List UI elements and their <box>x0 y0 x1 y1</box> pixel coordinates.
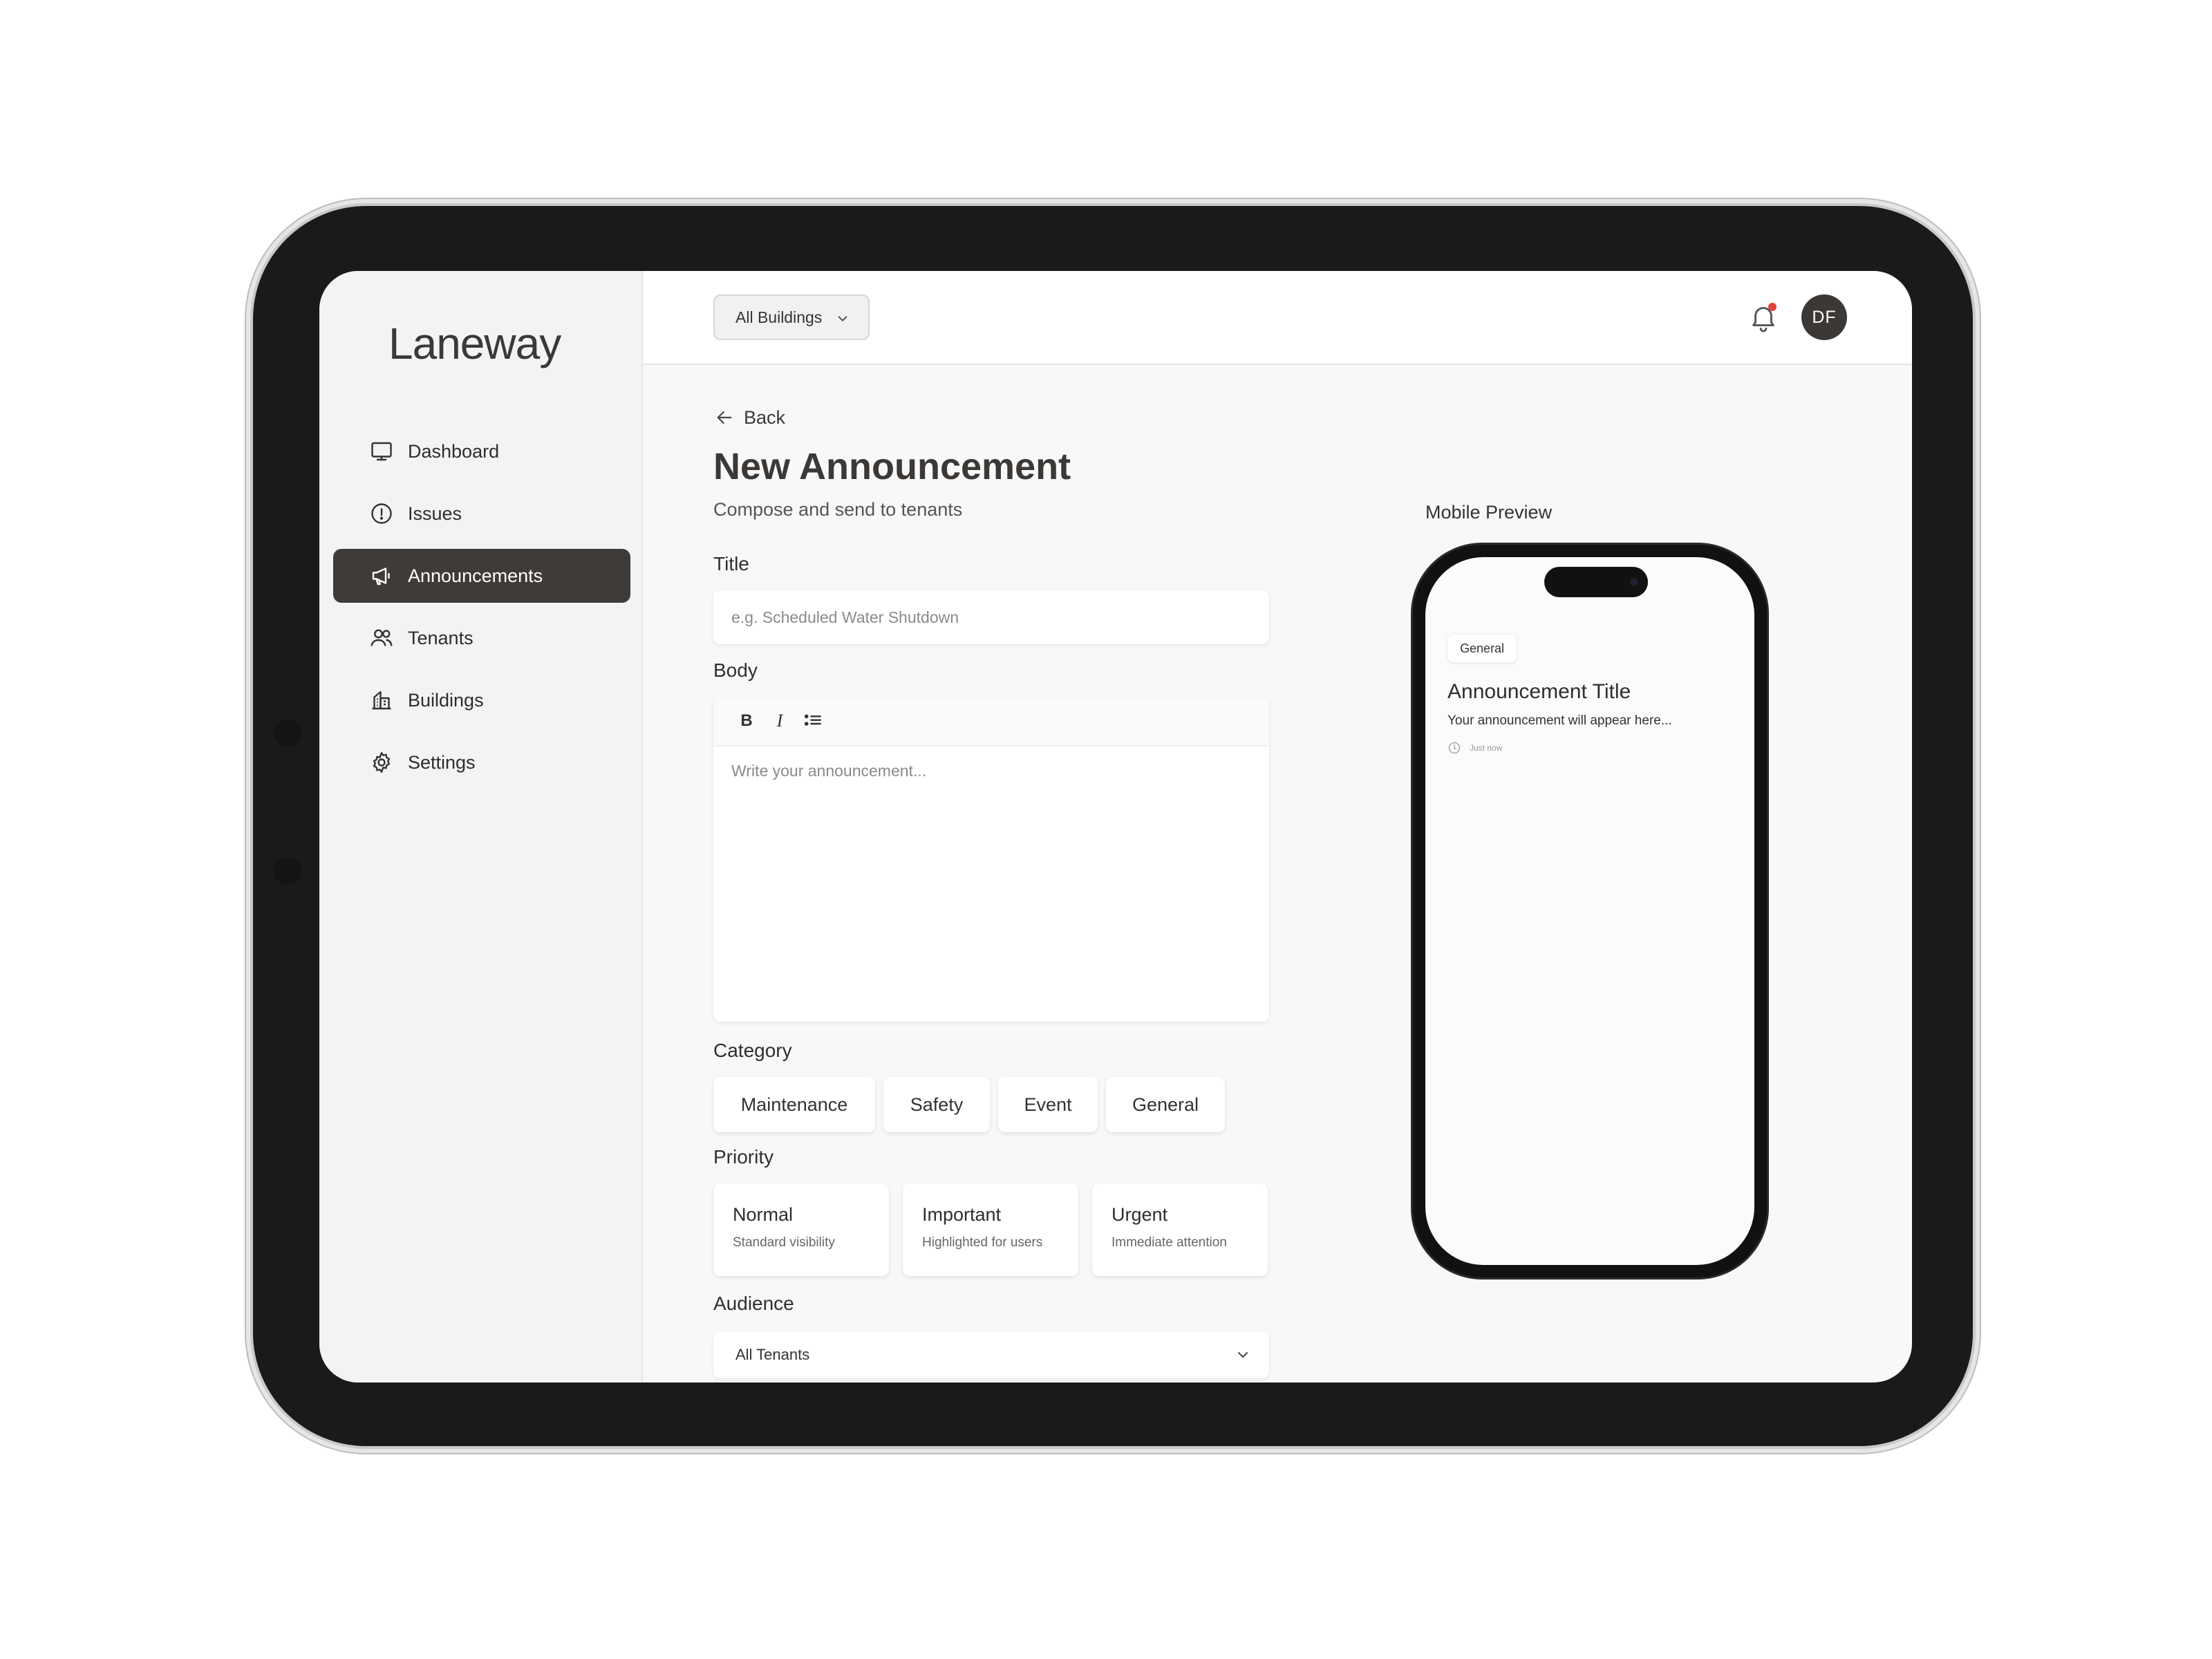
users-icon <box>371 629 393 646</box>
notification-badge <box>1768 303 1777 311</box>
megaphone-icon <box>372 568 390 585</box>
tablet-sensor <box>274 719 301 747</box>
body-label: Body <box>713 659 758 681</box>
category-chip-event[interactable]: Event <box>998 1077 1098 1132</box>
avatar[interactable]: DF <box>1801 294 1847 340</box>
back-link[interactable]: Back <box>713 406 785 429</box>
italic-button[interactable]: I <box>763 704 796 738</box>
back-label: Back <box>744 406 786 428</box>
title-input[interactable]: e.g. Scheduled Water Shutdown <box>713 590 1269 644</box>
camera-icon <box>1630 578 1638 586</box>
sidebar-item-label: Tenants <box>408 627 474 648</box>
phone-screen: General Announcement Title Your announce… <box>1425 557 1754 1265</box>
sidebar-item-label: Buildings <box>408 689 484 711</box>
dashboard-icon <box>371 442 392 461</box>
preview-time-text: Just now <box>1470 743 1503 753</box>
sidebar-item-label: Issues <box>408 503 462 524</box>
priority-label: Priority <box>713 1146 774 1168</box>
page-title: New Announcement <box>713 446 1071 487</box>
category-chip-general[interactable]: General <box>1106 1077 1225 1132</box>
sidebar-item-label: Dashboard <box>408 440 500 462</box>
tablet-sensor <box>274 857 301 885</box>
category-label: Category <box>713 1040 792 1061</box>
arrow-left-icon <box>717 411 732 424</box>
clock-icon <box>1448 742 1461 754</box>
title-label: Title <box>713 553 749 574</box>
preview-title: Announcement Title <box>1447 680 1631 703</box>
category-chip-maintenance[interactable]: Maintenance <box>713 1077 875 1132</box>
editor-toolbar: B I <box>713 697 1269 747</box>
category-chip-safety[interactable]: Safety <box>883 1077 990 1132</box>
audience-label: Audience <box>713 1293 794 1314</box>
sidebar-item-buildings[interactable]: Buildings <box>333 673 630 727</box>
preview-timestamp: Just now <box>1447 741 1502 755</box>
audience-value: All Tenants <box>735 1346 810 1363</box>
gear-icon <box>373 752 391 773</box>
building-filter-select[interactable]: All Buildings <box>713 294 870 340</box>
sidebar-item-issues[interactable]: Issues <box>333 487 630 541</box>
priority-desc: Highlighted for users <box>922 1235 1043 1250</box>
chevron-down-icon <box>1238 1352 1248 1358</box>
sidebar-item-label: Announcements <box>408 565 543 586</box>
priority-desc: Immediate attention <box>1112 1235 1227 1250</box>
app-screen: Laneway Dashboard Issues Announcements T… <box>319 271 1912 1382</box>
building-icon <box>372 691 391 710</box>
sidebar-item-label: Settings <box>408 751 476 773</box>
main-content: All Buildings DF Back New Announcement C… <box>643 271 1912 1382</box>
alert-circle-icon <box>371 503 392 524</box>
sidebar-item-tenants[interactable]: Tenants <box>333 611 630 665</box>
title-placeholder: e.g. Scheduled Water Shutdown <box>731 608 959 626</box>
dynamic-island <box>1544 567 1648 597</box>
sidebar-item-dashboard[interactable]: Dashboard <box>333 424 630 478</box>
priority-card-important[interactable]: Important Highlighted for users <box>903 1183 1078 1276</box>
body-placeholder: Write your announcement... <box>731 762 927 780</box>
body-editor: B I Write your announcement... <box>713 697 1269 1022</box>
preview-category-badge: General <box>1447 635 1517 662</box>
priority-desc: Standard visibility <box>733 1235 835 1250</box>
priority-card-normal[interactable]: Normal Standard visibility <box>713 1183 889 1276</box>
sidebar: Laneway Dashboard Issues Announcements T… <box>319 271 643 1382</box>
bullet-list-button[interactable] <box>796 704 830 738</box>
preview-body: Your announcement will appear here... <box>1447 713 1672 728</box>
topbar: All Buildings DF <box>643 271 1912 365</box>
priority-card-urgent[interactable]: Urgent Immediate attention <box>1092 1183 1268 1276</box>
bold-button[interactable]: B <box>730 704 763 738</box>
phone-mockup: General Announcement Title Your announce… <box>1413 545 1767 1277</box>
body-textarea[interactable]: Write your announcement... <box>713 747 1269 796</box>
sidebar-item-announcements[interactable]: Announcements <box>333 549 630 603</box>
page-subtitle: Compose and send to tenants <box>713 499 963 520</box>
sidebar-item-settings[interactable]: Settings <box>333 735 630 789</box>
list-icon <box>804 714 821 726</box>
brand-logo[interactable]: Laneway <box>388 318 561 369</box>
building-filter-value: All Buildings <box>735 308 823 326</box>
priority-title: Urgent <box>1112 1204 1168 1225</box>
priority-title: Important <box>922 1204 1002 1225</box>
chevron-down-icon <box>838 316 847 321</box>
mobile-preview-label: Mobile Preview <box>1425 502 1553 523</box>
audience-select[interactable]: All Tenants <box>713 1331 1269 1378</box>
priority-title: Normal <box>733 1204 794 1225</box>
